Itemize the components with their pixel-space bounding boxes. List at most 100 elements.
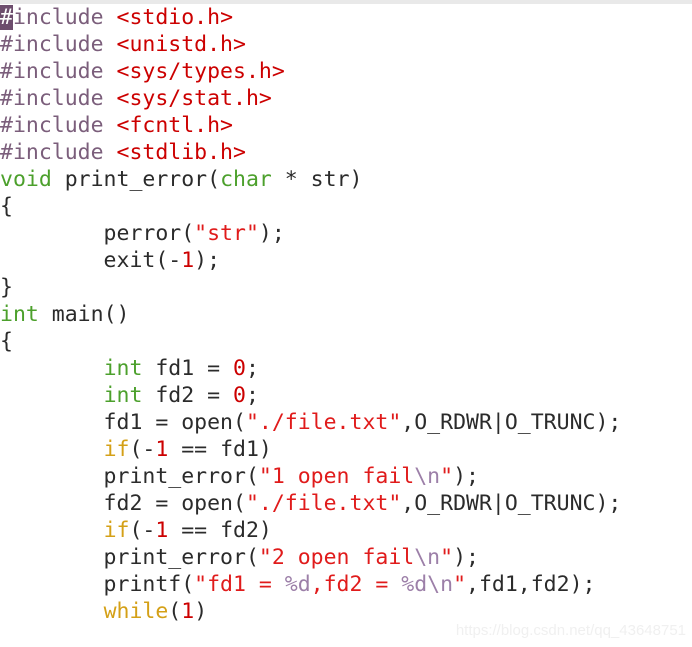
- code-token: "1 open fail: [258, 464, 415, 489]
- code-token: ,O_RDWR|O_TRUNC);: [401, 410, 622, 435]
- code-line[interactable]: #include <fcntl.h>: [0, 112, 692, 139]
- code-line[interactable]: perror("str");: [0, 220, 692, 247]
- code-token: "str": [194, 221, 259, 246]
- code-token: "./file.txt": [245, 491, 402, 516]
- code-token: \n: [414, 545, 441, 570]
- code-token: #: [0, 5, 13, 30]
- code-line[interactable]: print_error("1 open fail\n");: [0, 463, 692, 490]
- code-token: 1: [181, 248, 195, 273]
- code-line[interactable]: int fd1 = 0;: [0, 355, 692, 382]
- code-token: include: [12, 5, 117, 30]
- code-token: {: [0, 194, 13, 219]
- code-token: ": [453, 572, 467, 597]
- code-token: == fd2): [168, 518, 272, 543]
- code-token: ;: [245, 356, 259, 381]
- code-token: );: [453, 464, 479, 489]
- code-token: 1: [155, 437, 169, 462]
- code-line[interactable]: #include <sys/stat.h>: [0, 85, 692, 112]
- code-token: ;: [245, 383, 259, 408]
- code-token: ": [440, 464, 454, 489]
- code-token: 0: [233, 383, 246, 408]
- code-token: fd2 = open(: [0, 491, 246, 516]
- code-token: if: [103, 437, 130, 462]
- code-token: ,O_RDWR|O_TRUNC);: [401, 491, 622, 516]
- code-token: int: [103, 383, 143, 408]
- code-token: printf(: [0, 572, 195, 597]
- code-token: );: [194, 248, 221, 273]
- code-token: }: [0, 275, 13, 300]
- code-token: while: [103, 599, 169, 624]
- code-token: #include: [0, 113, 117, 138]
- code-line[interactable]: exit(-1);: [0, 247, 692, 274]
- code-line[interactable]: if(-1 == fd2): [0, 517, 692, 544]
- code-line[interactable]: }: [0, 274, 692, 301]
- code-token: ,fd1,fd2);: [466, 572, 596, 597]
- code-token: exit(-: [0, 248, 182, 273]
- code-line[interactable]: int main(): [0, 301, 692, 328]
- code-token: == fd1): [168, 437, 272, 462]
- code-listing[interactable]: #include <stdio.h> #include <unistd.h> #in…: [0, 4, 692, 625]
- code-token: (: [168, 599, 182, 624]
- code-token: ,fd2 =: [310, 572, 402, 597]
- code-token: <unistd.h>: [116, 32, 246, 57]
- code-token: #include: [0, 86, 117, 111]
- code-token: \n: [427, 572, 454, 597]
- code-token: #include: [0, 140, 117, 165]
- code-token: int: [103, 356, 143, 381]
- code-token: <stdlib.h>: [116, 140, 246, 165]
- code-line[interactable]: {: [0, 328, 692, 355]
- code-editor-viewport: #include <stdio.h> #include <unistd.h> #in…: [0, 0, 692, 647]
- code-token: main(): [38, 302, 130, 327]
- blog-watermark: https://blog.csdn.net/qq_43648751: [455, 622, 686, 639]
- code-line[interactable]: fd1 = open("./file.txt",O_RDWR|O_TRUNC);: [0, 409, 692, 436]
- code-line[interactable]: fd2 = open("./file.txt",O_RDWR|O_TRUNC);: [0, 490, 692, 517]
- code-token: perror(: [0, 221, 195, 246]
- code-token: char: [220, 167, 272, 192]
- code-token: * str): [271, 167, 363, 192]
- code-token: "./file.txt": [245, 410, 402, 435]
- code-token: fd2 =: [142, 383, 234, 408]
- code-line[interactable]: printf("fd1 = %d,fd2 = %d\n",fd1,fd2);: [0, 571, 692, 598]
- code-token: <sys/stat.h>: [116, 86, 272, 111]
- code-token: print_error(: [0, 464, 259, 489]
- code-line[interactable]: if(-1 == fd1): [0, 436, 692, 463]
- code-token: 1: [181, 599, 195, 624]
- code-token: #include: [0, 59, 117, 84]
- code-token: print_error(: [51, 167, 221, 192]
- code-token: "2 open fail: [258, 545, 415, 570]
- code-token: %d: [401, 572, 428, 597]
- code-token: void: [0, 167, 52, 192]
- code-token: %d: [284, 572, 311, 597]
- code-line[interactable]: {: [0, 193, 692, 220]
- code-token: <stdio.h>: [116, 5, 234, 30]
- code-line[interactable]: #include <stdlib.h>: [0, 139, 692, 166]
- code-token: #include: [0, 32, 117, 57]
- code-line[interactable]: #include <sys/types.h>: [0, 58, 692, 85]
- code-token: <sys/types.h>: [116, 59, 285, 84]
- code-token: 1: [155, 518, 169, 543]
- code-token: fd1 = open(: [0, 410, 246, 435]
- code-token: (-: [129, 518, 156, 543]
- code-line[interactable]: int fd2 = 0;: [0, 382, 692, 409]
- code-line[interactable]: void print_error(char * str): [0, 166, 692, 193]
- code-token: ): [194, 599, 208, 624]
- code-line[interactable]: #include <unistd.h>: [0, 31, 692, 58]
- code-token: int: [0, 302, 39, 327]
- code-token: fd1 =: [142, 356, 234, 381]
- code-token: 0: [233, 356, 246, 381]
- code-token: (-: [129, 437, 156, 462]
- code-token: );: [453, 545, 479, 570]
- code-line[interactable]: print_error("2 open fail\n");: [0, 544, 692, 571]
- code-token: {: [0, 329, 13, 354]
- code-token: "fd1 =: [194, 572, 285, 597]
- code-token: print_error(: [0, 545, 259, 570]
- code-line[interactable]: while(1): [0, 598, 692, 625]
- code-token: ": [440, 545, 454, 570]
- code-line[interactable]: #include <stdio.h>: [0, 4, 692, 31]
- code-token: if: [103, 518, 130, 543]
